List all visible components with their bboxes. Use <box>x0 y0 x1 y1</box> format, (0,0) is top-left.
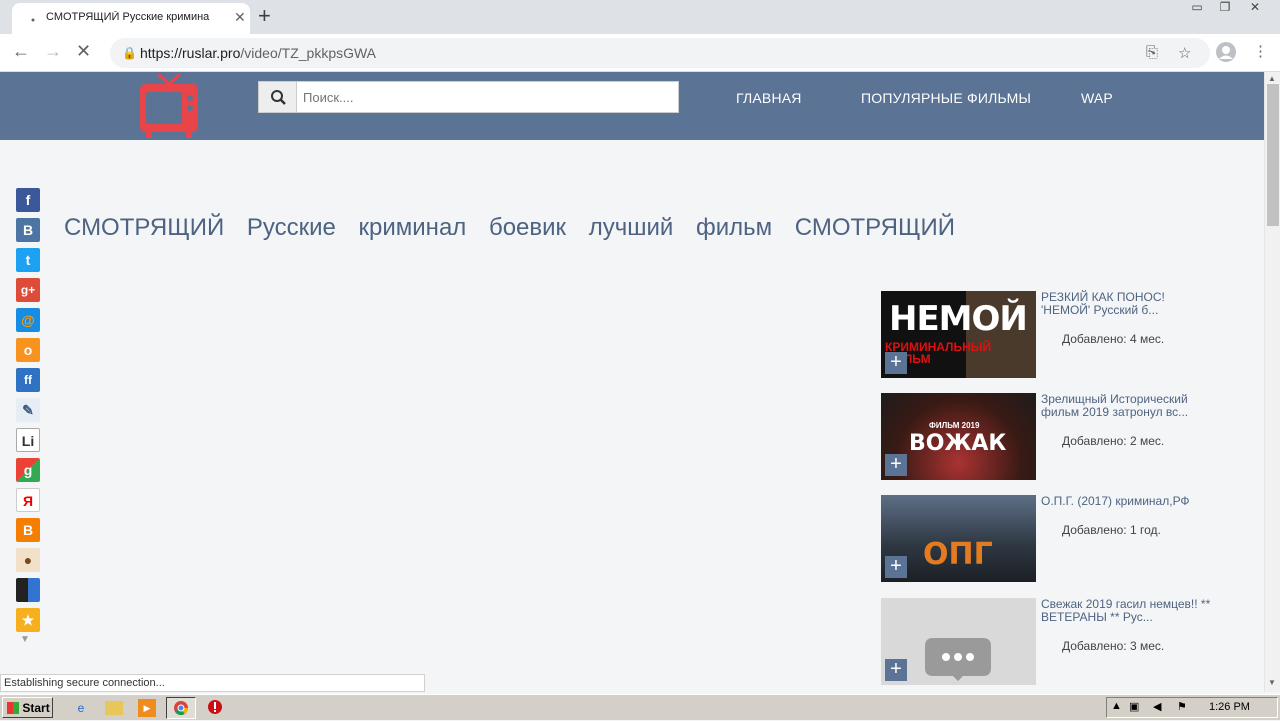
search-input[interactable] <box>301 82 671 112</box>
scroll-down-icon[interactable]: ▼ <box>1268 678 1276 687</box>
odnoklassniki-icon[interactable]: о <box>16 338 40 362</box>
windows-logo-icon <box>7 702 19 714</box>
action-center-flag-icon[interactable]: ⚑ <box>1177 700 1187 713</box>
scroll-up-icon[interactable]: ▲ <box>1268 74 1276 83</box>
close-tab-icon[interactable]: ✕ <box>234 9 246 26</box>
search-box <box>258 81 679 113</box>
new-tab-button[interactable]: + <box>258 4 271 28</box>
windows-taskbar: Start e ▶ ▲ ▣ ◀ ⚑ 1:26 PM <box>0 694 1280 720</box>
file-explorer-icon[interactable] <box>105 701 123 715</box>
add-to-list-button[interactable]: + <box>885 454 907 476</box>
related-video-item[interactable]: НЕМОЙ КРИМИНАЛЬНЫЙ ФИЛЬМ + РЕЗКИЙ КАК ПО… <box>881 291 1241 379</box>
clock[interactable]: 1:26 PM <box>1209 701 1250 713</box>
url-text[interactable]: https://ruslar.pro/video/TZ_pkkpsGWA <box>140 45 376 61</box>
related-video-added: Добавлено: 1 год. <box>1062 523 1161 537</box>
blogger-icon[interactable]: B <box>16 518 40 542</box>
video-thumbnail[interactable]: ОПГ + <box>881 495 1036 582</box>
video-unavailable-icon <box>925 638 991 681</box>
close-window-button[interactable]: ✕ <box>1240 0 1270 18</box>
related-video-added: Добавлено: 3 мес. <box>1062 639 1165 653</box>
minimize-window-button[interactable]: ▭ <box>1182 0 1212 18</box>
translate-icon[interactable]: ⎘ <box>1146 44 1158 61</box>
media-player-icon[interactable]: ▶ <box>138 699 156 717</box>
browser-toolbar: ← → ✕ 🔒 https://ruslar.pro/video/TZ_pkkp… <box>0 34 1280 72</box>
scrollbar-thumb[interactable] <box>1267 84 1279 226</box>
address-bar[interactable]: 🔒 https://ruslar.pro/video/TZ_pkkpsGWA ⎘… <box>110 38 1210 68</box>
twitter-icon[interactable]: t <box>16 248 40 272</box>
moemesto-icon[interactable]: ● <box>16 548 40 572</box>
chrome-icon <box>174 701 188 715</box>
network-icon[interactable]: ▣ <box>1129 700 1139 713</box>
add-to-list-button[interactable]: + <box>885 659 907 681</box>
related-video-item[interactable]: ОПГ + О.П.Г. (2017) криминал,РФ Добавлен… <box>881 495 1241 583</box>
related-video-added: Добавлено: 2 мес. <box>1062 434 1165 448</box>
google-bookmarks-icon[interactable]: g <box>16 458 40 482</box>
delicious-icon[interactable] <box>16 578 40 602</box>
add-to-list-button[interactable]: + <box>885 352 907 374</box>
profile-avatar-icon[interactable] <box>1216 42 1236 66</box>
livejournal-icon[interactable]: ✎ <box>16 398 40 422</box>
tray-expand-icon[interactable]: ▲ <box>1111 700 1122 712</box>
video-thumbnail[interactable]: + <box>881 598 1036 685</box>
add-to-list-button[interactable]: + <box>885 556 907 578</box>
related-video-title[interactable]: РЕЗКИЙ КАК ПОНОС! 'НЕМОЙ' Русский б... <box>1041 291 1211 317</box>
internet-explorer-icon[interactable]: e <box>72 699 90 717</box>
volume-icon[interactable]: ◀ <box>1153 700 1161 713</box>
related-video-item[interactable]: ФИЛЬМ 2019 ВОЖАК + Зрелищный Исторически… <box>881 393 1241 481</box>
back-button[interactable]: ← <box>12 41 30 62</box>
nav-popular-films[interactable]: ПОПУЛЯРНЫЕ ФИЛЬМЫ <box>861 90 1031 106</box>
liveinternet-icon[interactable]: Li <box>16 428 40 452</box>
stop-loading-button[interactable]: ✕ <box>76 41 91 62</box>
mailru-icon[interactable]: @ <box>16 308 40 332</box>
nav-home[interactable]: ГЛАВНАЯ <box>736 90 802 106</box>
related-video-title[interactable]: Свежак 2019 гасил немцев!! ** ВЕТЕРАНЫ *… <box>1041 598 1211 624</box>
tab-title: СМОТРЯЩИЙ Русские кримина <box>46 11 210 23</box>
video-thumbnail[interactable]: НЕМОЙ КРИМИНАЛЬНЫЙ ФИЛЬМ + <box>881 291 1036 378</box>
related-video-added: Добавлено: 4 мес. <box>1062 332 1165 346</box>
start-button[interactable]: Start <box>2 697 53 718</box>
browser-tab[interactable]: СМОТРЯЩИЙ Русские кримина ✕ <box>12 3 250 34</box>
related-video-title[interactable]: Зрелищный Исторический фильм 2019 затрон… <box>1041 393 1211 419</box>
bookmark-star-icon[interactable]: ☆ <box>1178 44 1191 62</box>
page-title: СМОТРЯЩИЙ Русские криминал боевик лучший… <box>64 214 955 241</box>
browser-status-bar: Establishing secure connection... <box>0 674 425 692</box>
vkontakte-icon[interactable]: В <box>16 218 40 242</box>
google-plus-icon[interactable]: g+ <box>16 278 40 302</box>
opera-icon[interactable] <box>206 699 224 717</box>
search-icon <box>271 90 286 105</box>
chrome-menu-icon[interactable]: ⋮ <box>1253 42 1268 60</box>
share-more-arrow-icon[interactable]: ▼ <box>20 634 30 645</box>
tab-strip: СМОТРЯЩИЙ Русские кримина ✕ + ▭ ❐ ✕ <box>0 0 1280 34</box>
tv-logo-icon[interactable] <box>136 72 202 140</box>
system-tray: ▲ ▣ ◀ ⚑ 1:26 PM <box>1106 697 1278 718</box>
chrome-taskbar-button[interactable] <box>166 697 196 719</box>
restore-window-button[interactable]: ❐ <box>1210 0 1240 18</box>
video-thumbnail[interactable]: ФИЛЬМ 2019 ВОЖАК + <box>881 393 1036 480</box>
forward-button[interactable]: → <box>44 41 62 62</box>
lock-icon: 🔒 <box>122 46 137 60</box>
yandex-icon[interactable]: Я <box>16 488 40 512</box>
favorites-icon[interactable]: ★ <box>16 608 40 632</box>
page-scrollbar[interactable]: ▲ ▼ <box>1264 72 1280 692</box>
nav-wap[interactable]: WAP <box>1081 90 1113 106</box>
friendfeed-icon[interactable]: ff <box>16 368 40 392</box>
facebook-icon[interactable]: f <box>16 188 40 212</box>
site-header: ГЛАВНАЯ ПОПУЛЯРНЫЕ ФИЛЬМЫ WAP <box>0 72 1264 140</box>
loading-spinner-icon <box>31 18 35 22</box>
related-video-item[interactable]: + Свежак 2019 гасил немцев!! ** ВЕТЕРАНЫ… <box>881 598 1241 686</box>
related-video-title[interactable]: О.П.Г. (2017) криминал,РФ <box>1041 495 1211 508</box>
search-button[interactable] <box>259 82 297 112</box>
